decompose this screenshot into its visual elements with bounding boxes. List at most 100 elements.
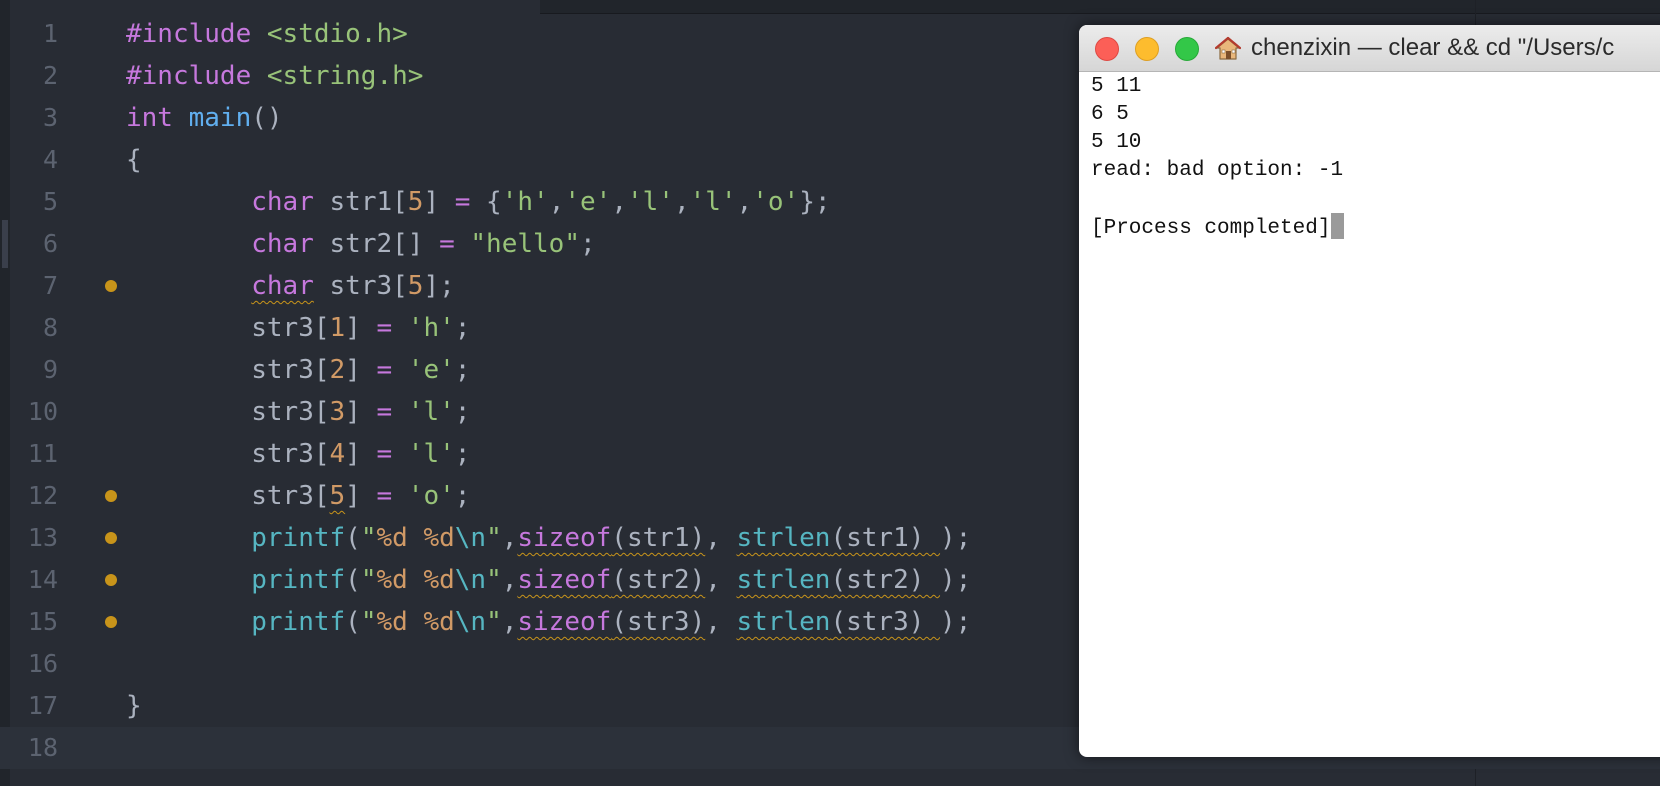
code-text: printf("%d %d\n",sizeof(str3), strlen(st… bbox=[126, 601, 971, 643]
code-token: 1 bbox=[329, 313, 346, 343]
code-token: %d bbox=[423, 523, 455, 553]
code-text: #include <stdio.h> bbox=[126, 13, 408, 55]
code-token: (str1) bbox=[611, 523, 706, 553]
code-token: 'h' bbox=[501, 187, 549, 217]
code-token: %d bbox=[376, 523, 408, 553]
code-text: { bbox=[126, 139, 142, 181]
code-token: 'l' bbox=[689, 187, 737, 217]
code-token: () bbox=[251, 103, 283, 133]
code-token: char bbox=[251, 187, 314, 217]
code-token: " bbox=[360, 523, 377, 553]
line-number: 9 bbox=[42, 355, 58, 384]
code-token: ] bbox=[345, 313, 377, 343]
line-number: 7 bbox=[42, 271, 58, 300]
code-token: ); bbox=[940, 607, 972, 637]
terminal-line: 5 11 bbox=[1091, 73, 1660, 101]
code-token: <string.h> bbox=[266, 61, 424, 91]
warning-dot-icon[interactable] bbox=[105, 616, 117, 628]
code-text: str3[2] = 'e'; bbox=[126, 349, 470, 391]
code-text: #include <string.h> bbox=[126, 55, 423, 97]
code-token: sizeof bbox=[517, 523, 612, 553]
code-token: = bbox=[376, 313, 393, 343]
code-token: 2 bbox=[329, 355, 346, 385]
code-token: 'l' bbox=[626, 187, 674, 217]
code-token: ( bbox=[345, 607, 361, 637]
line-number: 3 bbox=[42, 103, 58, 132]
terminal-window[interactable]: chenzixin — clear && cd "/Users/c 5 11 6 … bbox=[1079, 25, 1660, 757]
terminal-text: 5 10 bbox=[1091, 131, 1142, 154]
warning-dot-icon[interactable] bbox=[105, 532, 117, 544]
warning-dot-icon[interactable] bbox=[105, 490, 117, 502]
code-token: str1[ bbox=[313, 187, 408, 217]
code-token: 3 bbox=[329, 397, 346, 427]
code-text: str3[3] = 'l'; bbox=[126, 391, 470, 433]
code-token: " bbox=[486, 523, 502, 553]
code-text: char str1[5] = {'h','e','l','l','o'}; bbox=[126, 181, 830, 223]
code-token: ( bbox=[345, 565, 361, 595]
code-token: sizeof bbox=[517, 607, 612, 637]
terminal-text: [Process completed] bbox=[1091, 217, 1331, 240]
line-number: 13 bbox=[27, 523, 58, 552]
code-token: "hello" bbox=[470, 229, 580, 259]
terminal-line: 5 10 bbox=[1091, 129, 1660, 157]
code-text: char str3[5]; bbox=[126, 265, 455, 307]
line-number: 5 bbox=[42, 187, 58, 216]
code-token: , bbox=[501, 607, 518, 637]
code-token: strlen bbox=[736, 607, 831, 637]
code-token: , bbox=[736, 187, 753, 217]
code-token: " bbox=[360, 565, 377, 595]
terminal-text: 5 11 bbox=[1091, 75, 1142, 98]
code-token: ; bbox=[454, 439, 471, 469]
code-token: %d bbox=[423, 607, 455, 637]
code-token: printf bbox=[251, 607, 346, 637]
code-text: } bbox=[126, 685, 142, 727]
minimize-button[interactable] bbox=[1135, 37, 1159, 61]
line-number: 1 bbox=[42, 19, 58, 48]
warning-dot-icon[interactable] bbox=[105, 574, 117, 586]
terminal-line: 6 5 bbox=[1091, 101, 1660, 129]
code-token: int bbox=[126, 103, 189, 133]
code-token: = bbox=[376, 439, 393, 469]
code-token: ] bbox=[345, 355, 377, 385]
code-token: \n bbox=[454, 523, 487, 553]
code-token: %d bbox=[423, 565, 455, 595]
terminal-output[interactable]: 5 11 6 5 5 10 read: bad option: -1 [Process … bbox=[1091, 73, 1660, 241]
terminal-title: chenzixin — clear && cd "/Users/c bbox=[1251, 34, 1615, 61]
code-token: \n bbox=[454, 607, 487, 637]
terminal-titlebar[interactable]: chenzixin — clear && cd "/Users/c bbox=[1079, 25, 1660, 72]
code-token: ; bbox=[454, 355, 471, 385]
code-token: , bbox=[705, 565, 737, 595]
code-token: = bbox=[376, 481, 393, 511]
line-number: 12 bbox=[27, 481, 58, 510]
close-button[interactable] bbox=[1095, 37, 1119, 61]
warning-dot-icon[interactable] bbox=[105, 280, 117, 292]
code-token: , bbox=[705, 523, 737, 553]
code-token: (str2) bbox=[830, 565, 941, 595]
code-token: = bbox=[439, 229, 455, 259]
code-token: (str2) bbox=[611, 565, 706, 595]
code-token: ; bbox=[579, 229, 596, 259]
code-token: char bbox=[251, 229, 314, 259]
code-token: , bbox=[501, 565, 518, 595]
code-token: ] bbox=[345, 439, 377, 469]
code-token: " bbox=[360, 607, 377, 637]
code-token: " bbox=[486, 565, 502, 595]
code-token: str3[ bbox=[313, 271, 408, 301]
home-icon bbox=[1215, 36, 1241, 60]
code-token: 4 bbox=[329, 439, 346, 469]
code-token: 5 bbox=[407, 187, 424, 217]
code-text: int main() bbox=[126, 97, 283, 139]
maximize-button[interactable] bbox=[1175, 37, 1199, 61]
code-token: ] bbox=[423, 187, 455, 217]
